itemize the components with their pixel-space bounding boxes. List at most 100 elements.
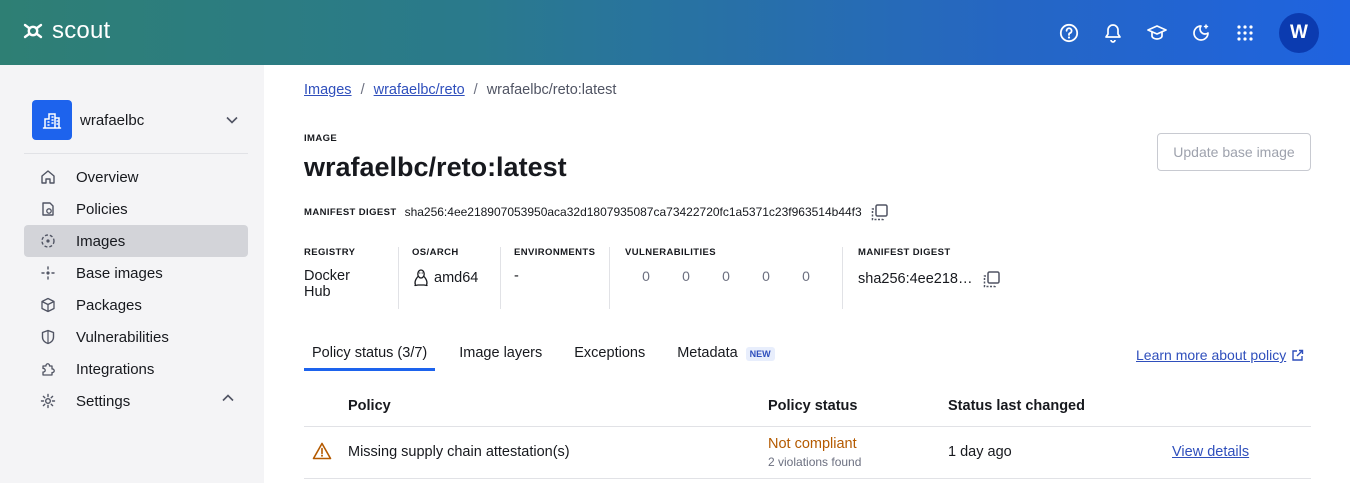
policy-icon	[40, 201, 56, 217]
divider	[398, 247, 399, 309]
policy-name: Missing supply chain attestation(s)	[348, 444, 570, 460]
sidebar-item-packages[interactable]: Packages	[24, 289, 248, 321]
sidebar-item-vulnerabilities[interactable]: Vulnerabilities	[24, 321, 248, 353]
page-title: wrafaelbc/reto:latest	[304, 152, 567, 182]
sidebar-item-settings[interactable]: Settings	[24, 385, 248, 417]
org-building-icon	[32, 100, 72, 140]
scout-logo[interactable]: scout	[22, 17, 110, 45]
stat-manifest-digest: MANIFEST DIGEST sha256:4ee218…	[858, 247, 1003, 309]
stat-label: VULNERABILITIES	[625, 247, 716, 258]
sidebar-item-label: Policies	[76, 200, 128, 218]
top-bar: scout W	[0, 0, 1350, 65]
stat-value: -	[514, 268, 519, 284]
column-header: Status last changed	[948, 398, 1085, 414]
vuln-low-count: 0	[762, 268, 770, 284]
column-header: Policy status	[768, 398, 858, 414]
vuln-unspecified-count: 0	[802, 268, 810, 284]
sidebar-item-label: Base images	[76, 264, 163, 282]
stat-value: amd64	[434, 270, 479, 286]
tab-image-layers[interactable]: Image layers	[451, 341, 550, 371]
gear-icon	[40, 393, 56, 409]
apps-grid-icon[interactable]	[1233, 21, 1257, 45]
app-name: scout	[52, 17, 111, 44]
theme-icon[interactable]	[1189, 21, 1213, 45]
chevron-down-icon	[226, 116, 238, 124]
sidebar-item-label: Vulnerabilities	[76, 328, 169, 346]
sidebar-item-label: Overview	[76, 168, 139, 186]
sidebar-item-images[interactable]: Images	[24, 225, 248, 257]
stat-value: Docker Hub	[304, 268, 350, 300]
table-header: Policy Policy status Status last changed	[304, 385, 1311, 427]
policy-table: Policy Policy status Status last changed…	[304, 385, 1311, 479]
manifest-digest-label: MANIFEST DIGEST	[304, 206, 397, 218]
new-badge: NEW	[745, 347, 775, 361]
tab-exceptions[interactable]: Exceptions	[566, 341, 653, 371]
base-images-icon	[40, 265, 56, 281]
copy-icon[interactable]	[981, 268, 1003, 290]
stat-value: sha256:4ee218…	[858, 271, 973, 287]
tab-label: Metadata	[677, 345, 738, 361]
stat-label: OS/ARCH	[412, 247, 459, 258]
status-text: Not compliant	[768, 436, 857, 452]
vulnerability-counts[interactable]: 0 0 0 0 0	[626, 268, 826, 284]
stat-value-row: amd64	[412, 268, 478, 288]
stat-value-row: sha256:4ee218…	[858, 268, 1003, 290]
tabs: Policy status (3/7) Image layers Excepti…	[304, 341, 799, 371]
sidebar-item-label: Packages	[76, 296, 142, 314]
manifest-digest-row: MANIFEST DIGEST sha256:4ee218907053950ac…	[304, 201, 891, 223]
scout-logo-icon	[23, 23, 43, 39]
status-detail: 2 violations found	[768, 455, 862, 469]
sidebar-item-overview[interactable]: Overview	[24, 161, 248, 193]
warning-icon	[312, 442, 332, 464]
learn-more-label: Learn more about policy	[1136, 347, 1287, 363]
copy-icon[interactable]	[869, 201, 891, 223]
sidebar-item-label: Settings	[76, 392, 131, 410]
divider	[842, 247, 843, 309]
sidebar-item-base-images[interactable]: Base images	[24, 257, 248, 289]
stat-environments: ENVIRONMENTS -	[514, 247, 595, 309]
help-icon[interactable]	[1057, 21, 1081, 45]
graduation-cap-icon[interactable]	[1145, 21, 1169, 45]
update-base-image-button[interactable]: Update base image	[1157, 133, 1311, 171]
stat-label: ENVIRONMENTS	[514, 247, 596, 258]
sidebar: wrafaelbc Overview Policies Images Base …	[0, 65, 264, 483]
sidebar-item-integrations[interactable]: Integrations	[24, 353, 248, 385]
bell-icon[interactable]	[1101, 21, 1125, 45]
sidebar-item-label: Integrations	[76, 360, 155, 378]
external-link-icon	[1292, 349, 1304, 361]
breadcrumb-separator: /	[360, 82, 365, 98]
learn-more-link[interactable]: Learn more about policy	[1136, 347, 1304, 363]
divider	[24, 153, 248, 154]
chevron-up-icon	[222, 394, 234, 402]
sidebar-item-policies[interactable]: Policies	[24, 193, 248, 225]
sidebar-item-label: Images	[76, 232, 126, 250]
tab-label: Image layers	[459, 345, 543, 361]
tab-label: Exceptions	[574, 345, 646, 361]
tab-policy-status[interactable]: Policy status (3/7)	[304, 341, 436, 371]
stat-vulnerabilities: VULNERABILITIES 0 0 0 0 0	[625, 247, 826, 309]
manifest-digest-value: sha256:4ee218907053950aca32d1807935087ca…	[404, 205, 862, 219]
stat-os-arch: OS/ARCH amd64	[412, 247, 478, 309]
image-overline: IMAGE	[304, 133, 338, 144]
shield-icon	[40, 329, 56, 345]
view-details-link[interactable]: View details	[1172, 444, 1249, 460]
tab-label: Policy status (3/7)	[312, 345, 428, 361]
column-header: Policy	[348, 398, 391, 414]
breadcrumb-images-link[interactable]: Images	[304, 82, 352, 98]
org-switcher[interactable]: wrafaelbc	[32, 100, 248, 140]
table-row[interactable]: Missing supply chain attestation(s) Not …	[304, 427, 1311, 479]
user-avatar[interactable]: W	[1279, 13, 1319, 53]
package-icon	[40, 297, 56, 313]
stat-label: MANIFEST DIGEST	[858, 247, 951, 258]
stat-label: REGISTRY	[304, 247, 356, 258]
breadcrumb-separator: /	[473, 82, 478, 98]
main-content: Images / wrafaelbc/reto / wrafaelbc/reto…	[264, 65, 1350, 483]
vuln-critical-count: 0	[642, 268, 650, 284]
vuln-medium-count: 0	[722, 268, 730, 284]
vuln-high-count: 0	[682, 268, 690, 284]
policy-status: Not compliant 2 violations found	[768, 436, 861, 469]
breadcrumb-repo-link[interactable]: wrafaelbc/reto	[374, 82, 465, 98]
tab-metadata[interactable]: Metadata NEW	[669, 341, 782, 371]
breadcrumb-current: wrafaelbc/reto:latest	[486, 82, 617, 98]
images-icon	[40, 233, 56, 249]
